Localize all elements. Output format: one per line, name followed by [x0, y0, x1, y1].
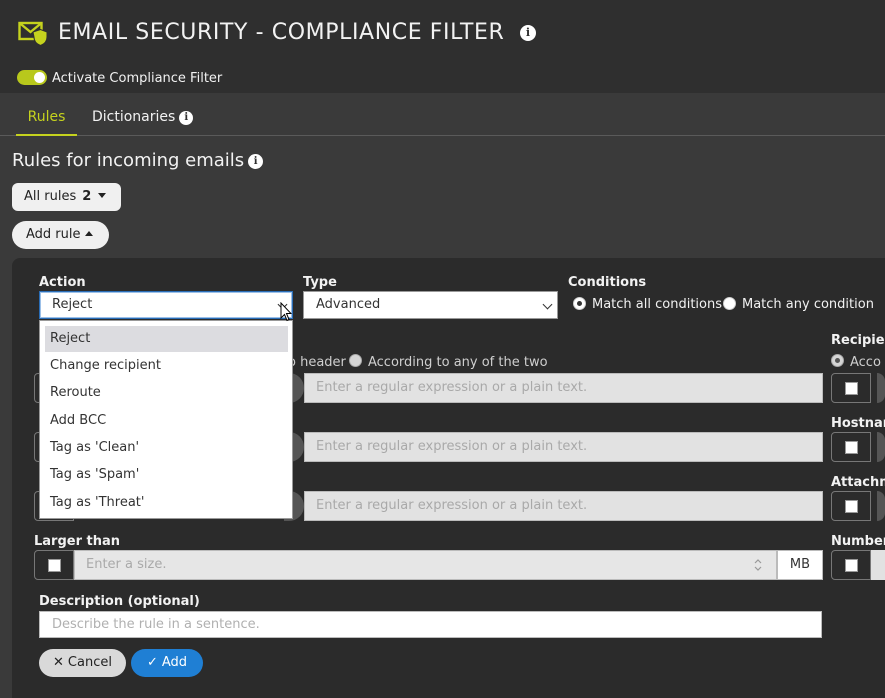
shield-envelope-icon: [18, 21, 47, 46]
number-checkbox[interactable]: [845, 559, 858, 572]
dropdown-item-tag-clean[interactable]: Tag as 'Clean': [45, 435, 288, 461]
recipient-radio[interactable]: [831, 354, 844, 367]
tab-dictionaries-label: Dictionaries: [92, 109, 176, 125]
dropdown-item-reject[interactable]: Reject: [45, 326, 288, 352]
tab-bar: Rules Dictionaries i: [0, 93, 885, 136]
recipient-radio-label: Acco: [850, 355, 881, 370]
recipient-label: Recipien: [831, 333, 885, 348]
attachment-toggle[interactable]: [877, 491, 885, 521]
tab-dictionaries[interactable]: Dictionaries i: [92, 109, 194, 125]
size-input[interactable]: Enter a size.: [74, 550, 777, 580]
larger-than-label: Larger than: [34, 534, 121, 549]
action-value: Reject: [52, 297, 93, 312]
recipient-toggle[interactable]: [877, 373, 885, 403]
any-of-two-label: According to any of the two: [368, 355, 548, 370]
recipient-checkbox[interactable]: [845, 382, 858, 395]
type-select[interactable]: Advanced: [303, 291, 558, 319]
type-label: Type: [303, 275, 337, 290]
spinner-icon[interactable]: [754, 559, 762, 571]
section-title: Rules for incoming emails i: [12, 150, 264, 171]
mouse-cursor-icon: [280, 302, 292, 322]
conditions-label: Conditions: [568, 275, 647, 290]
add-label: Add: [161, 655, 188, 670]
dropdown-item-tag-spam[interactable]: Tag as 'Spam': [45, 462, 288, 488]
description-label: Description (optional): [39, 594, 200, 609]
rules-count: 2: [82, 189, 92, 204]
all-rules-label: All rules: [24, 189, 77, 204]
close-icon: ✕: [53, 655, 64, 670]
info-icon[interactable]: i: [248, 154, 264, 169]
add-button[interactable]: ✓ Add: [131, 649, 203, 677]
action-label: Action: [39, 275, 86, 290]
larger-than-checkbox-box[interactable]: [34, 550, 74, 580]
chevron-up-icon: [84, 231, 93, 236]
attachment-label: Attachm: [831, 475, 885, 490]
hostname-checkbox[interactable]: [845, 441, 858, 454]
action-select[interactable]: Reject: [39, 291, 293, 319]
unit-label: MB: [777, 550, 823, 580]
chevron-down-icon: [542, 299, 553, 310]
add-rule-button[interactable]: Add rule: [12, 221, 109, 249]
match-all-label: Match all conditions: [592, 297, 722, 312]
dropdown-item-tag-threat[interactable]: Tag as 'Threat': [45, 490, 288, 516]
top-bar: EMAIL SECURITY - COMPLIANCE FILTER i Act…: [0, 0, 885, 93]
info-icon[interactable]: i: [179, 111, 194, 125]
attachment-checkbox-box[interactable]: [831, 491, 871, 521]
hostname-label: Hostnam: [831, 416, 885, 431]
dropdown-item-change-recipient[interactable]: Change recipient: [45, 353, 288, 379]
hostname-checkbox-box[interactable]: [831, 432, 871, 462]
section-title-text: Rules for incoming emails: [12, 150, 245, 171]
number-label: Number: [831, 534, 885, 549]
number-checkbox-box[interactable]: [831, 550, 871, 580]
recipient-checkbox-box[interactable]: [831, 373, 871, 403]
dropdown-item-reroute[interactable]: Reroute: [45, 380, 288, 406]
page-title: EMAIL SECURITY - COMPLIANCE FILTER: [58, 20, 505, 45]
match-any-label: Match any condition: [742, 297, 874, 312]
any-of-two-radio[interactable]: [349, 354, 362, 367]
larger-than-checkbox[interactable]: [48, 559, 61, 572]
cancel-label: Cancel: [67, 655, 112, 670]
dropdown-item-add-bcc[interactable]: Add BCC: [45, 408, 288, 434]
match-any-radio[interactable]: [723, 297, 736, 310]
subject-regex-input[interactable]: Enter a regular expression or a plain te…: [304, 432, 823, 462]
all-rules-dropdown[interactable]: All rules 2: [12, 183, 121, 211]
hostname-toggle[interactable]: [877, 432, 885, 462]
check-icon: ✓: [146, 655, 158, 670]
add-rule-label: Add rule: [26, 227, 81, 242]
cancel-button[interactable]: ✕ Cancel: [39, 649, 126, 677]
chevron-down-icon: [98, 193, 107, 198]
number-input[interactable]: [871, 550, 885, 580]
sender-regex-input[interactable]: Enter a regular expression or a plain te…: [304, 373, 823, 403]
type-value: Advanced: [316, 297, 381, 312]
info-icon[interactable]: i: [520, 25, 536, 41]
tab-rules[interactable]: Rules: [16, 109, 77, 136]
attachment-checkbox[interactable]: [845, 500, 858, 513]
size-placeholder: Enter a size.: [86, 557, 167, 572]
match-all-radio[interactable]: [573, 297, 586, 310]
activate-toggle-label: Activate Compliance Filter: [52, 71, 223, 86]
header-radio-label: o header: [288, 355, 346, 370]
action-dropdown-menu: Reject Change recipient Reroute Add BCC …: [39, 320, 293, 519]
description-input[interactable]: Describe the rule in a sentence.: [39, 611, 822, 638]
activate-toggle[interactable]: [17, 70, 47, 85]
body-regex-input[interactable]: Enter a regular expression or a plain te…: [304, 491, 823, 521]
